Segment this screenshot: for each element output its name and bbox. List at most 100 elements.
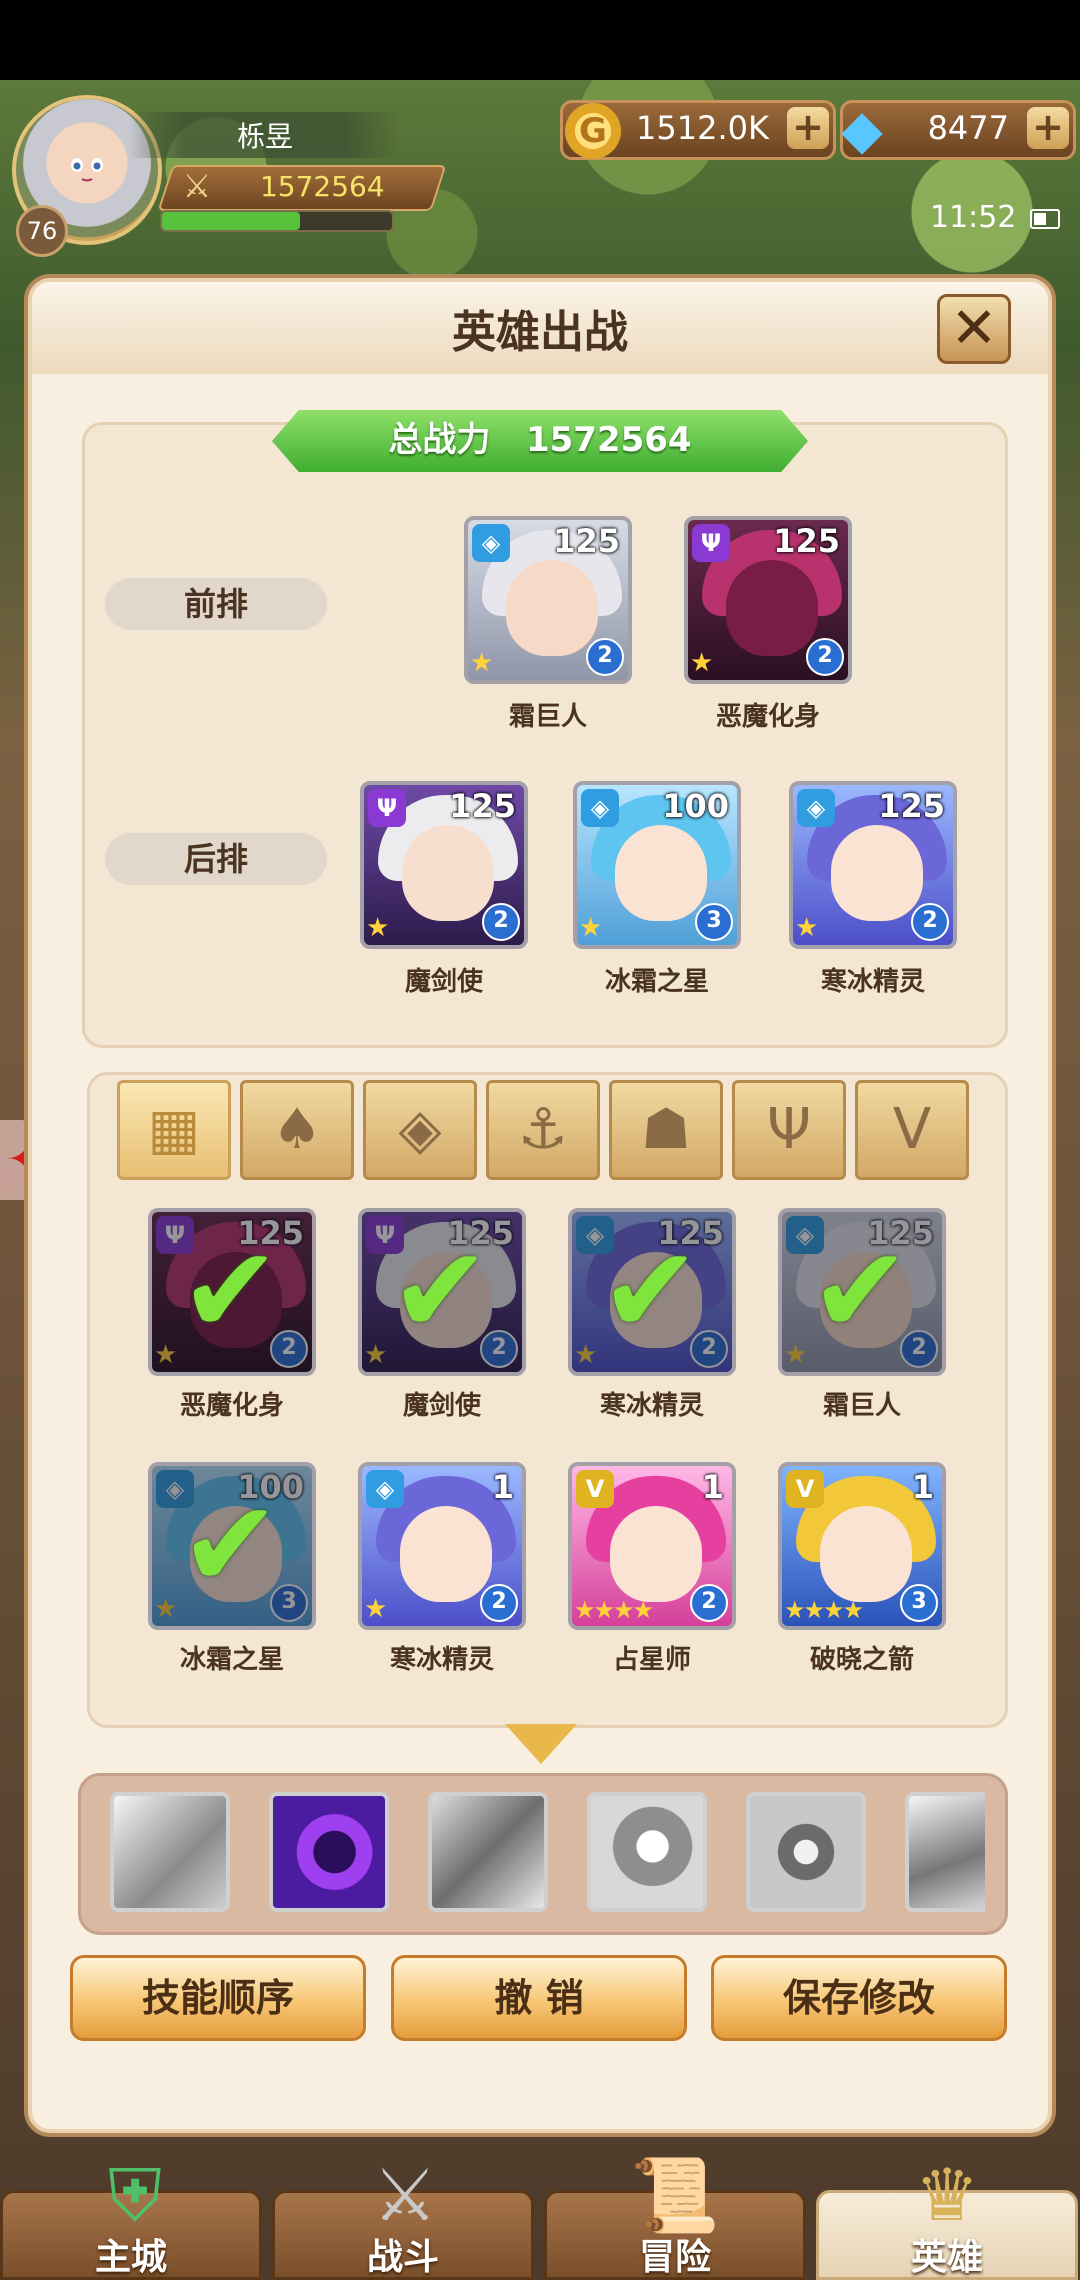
hero-level: 1 <box>701 1468 724 1506</box>
back-slot-1-card[interactable]: Ψ 125 ★ 2 <box>360 781 528 949</box>
hero-level: 125 <box>878 787 945 825</box>
roster-hero-name: 恶魔化身 <box>179 1391 284 1421</box>
anchor-icon: ⚓ <box>517 1097 569 1162</box>
close-button[interactable]: ✕ <box>937 294 1011 364</box>
demon-icon: Ψ <box>766 1097 812 1162</box>
hero-face <box>402 825 494 921</box>
total-power-value: 1572564 <box>525 420 692 460</box>
demon-element-icon: Ψ <box>368 789 406 827</box>
back-slot-3-name: 寒冰精灵 <box>820 967 925 997</box>
demon-element-icon: Ψ <box>692 524 730 562</box>
filter-dark-tab[interactable]: V <box>855 1080 969 1180</box>
ice-element-icon: ◈ <box>797 789 835 827</box>
undo-button[interactable]: 撤 销 <box>391 1955 687 2041</box>
skill-icon[interactable] <box>269 1792 389 1912</box>
save-changes-button[interactable]: 保存修改 <box>711 1955 1007 2041</box>
four-stars-icon: ★★★★ <box>574 1596 654 1624</box>
roster-card[interactable]: V 1 ★★★★ 2 <box>568 1462 736 1630</box>
star-icon: ★ <box>795 913 819 943</box>
roster-hero-name: 寒冰精灵 <box>389 1645 494 1675</box>
coin-icon: G <box>565 103 621 159</box>
expand-arrow-icon[interactable] <box>505 1724 577 1764</box>
back-slot-2-card[interactable]: ◈ 100 ★ 3 <box>573 781 741 949</box>
filter-all-tab[interactable]: ▦ <box>117 1080 231 1180</box>
roster-hero-name: 魔剑使 <box>402 1391 481 1421</box>
hero-rank: 3 <box>695 903 733 941</box>
skill-icon[interactable] <box>746 1792 866 1912</box>
skill-icon[interactable] <box>905 1792 985 1912</box>
skill-icon[interactable] <box>110 1792 230 1912</box>
front-slot-2-name: 恶魔化身 <box>715 702 820 732</box>
avatar-face <box>71 158 103 182</box>
player-level-badge: 76 <box>16 205 68 257</box>
gem-icon: ◆ <box>841 98 883 161</box>
add-gold-plus-icon[interactable]: + <box>787 107 829 149</box>
hero-rank: 2 <box>690 1584 728 1622</box>
gold-value: 1512.0K <box>636 109 769 147</box>
hero-face <box>615 825 707 921</box>
roster-card[interactable]: ◈ 1 ★ 2 <box>358 1462 526 1630</box>
roster-hero-name: 冰霜之星 <box>179 1645 284 1675</box>
crossed-swords-icon: ⚔ <box>182 167 212 205</box>
filter-beast-tab[interactable]: ☗ <box>609 1080 723 1180</box>
star-icon: ★ <box>366 913 390 943</box>
roster-hero-name: 占星师 <box>612 1645 691 1675</box>
hero-level: 1 <box>911 1468 934 1506</box>
skill-icon[interactable] <box>587 1792 707 1912</box>
nav-adventure-label: 冒险 <box>638 2237 711 2278</box>
roster-card[interactable]: V 1 ★★★★ 3 <box>778 1462 946 1630</box>
star-icon: ★ <box>579 913 603 943</box>
roster-card[interactable]: Ψ 125 ★ 2 ✔ <box>358 1208 526 1376</box>
back-slot-2-name: 冰霜之星 <box>604 967 709 997</box>
holy-element-icon: V <box>786 1470 824 1508</box>
filter-nature-tab[interactable]: ♠ <box>240 1080 354 1180</box>
total-power-label: 总战力 <box>388 420 491 460</box>
nav-heroes-label: 英雄 <box>910 2237 983 2278</box>
skill-order-button[interactable]: 技能顺序 <box>70 1955 366 2041</box>
hero-rank: 2 <box>482 903 520 941</box>
beast-icon: ☗ <box>640 1097 692 1162</box>
front-slot-1-card[interactable]: ◈ 125 ★ 2 <box>464 516 632 684</box>
hero-face <box>610 1506 702 1602</box>
panel-title: 英雄出战 <box>452 307 628 358</box>
star-icon: ★ <box>470 648 494 678</box>
roster-card[interactable]: ◈ 125 ★ 2 ✔ <box>568 1208 736 1376</box>
four-stars-icon: ★★★★ <box>784 1596 864 1624</box>
roster-card[interactable]: Ψ 125 ★ 2 ✔ <box>148 1208 316 1376</box>
checkmark-icon: ✔ <box>180 1476 281 1615</box>
filter-demon-tab[interactable]: Ψ <box>732 1080 846 1180</box>
clock: 11:52 <box>930 200 1017 235</box>
checkmark-icon: ✔ <box>390 1222 491 1361</box>
roster-card[interactable]: ◈ 100 ★ 3 ✔ <box>148 1462 316 1630</box>
ice-element-icon: ◈ <box>581 789 619 827</box>
grid-icon: ▦ <box>147 1097 201 1162</box>
hero-rank: 3 <box>900 1584 938 1622</box>
star-icon: ★ <box>690 648 714 678</box>
xp-fill <box>162 212 300 230</box>
back-row-label: 后排 <box>105 833 327 885</box>
filter-anchor-tab[interactable]: ⚓ <box>486 1080 600 1180</box>
gem-value: 8477 <box>927 109 1009 147</box>
battery-icon <box>1030 209 1060 229</box>
wing-icon: V <box>892 1097 932 1162</box>
hero-rank: 2 <box>806 638 844 676</box>
star-icon: ★ <box>364 1594 388 1624</box>
total-power-banner: 总战力 1572564 <box>272 410 808 472</box>
hero-face <box>506 560 598 656</box>
hero-rank: 2 <box>480 1584 518 1622</box>
add-gems-plus-icon[interactable]: + <box>1027 107 1069 149</box>
ice-element-icon: ◈ <box>472 524 510 562</box>
filter-ice-tab[interactable]: ◈ <box>363 1080 477 1180</box>
front-slot-2-card[interactable]: Ψ 125 ★ 2 <box>684 516 852 684</box>
ice-element-icon: ◈ <box>366 1470 404 1508</box>
roster-hero-name: 寒冰精灵 <box>599 1391 704 1421</box>
holy-element-icon: V <box>576 1470 614 1508</box>
skill-icon[interactable] <box>428 1792 548 1912</box>
roster-hero-name: 破晓之箭 <box>809 1645 914 1675</box>
xp-bar <box>160 210 394 232</box>
roster-card[interactable]: ◈ 125 ★ 2 ✔ <box>778 1208 946 1376</box>
hero-rank: 2 <box>911 903 949 941</box>
hero-face <box>400 1506 492 1602</box>
nav-battle-label: 战斗 <box>366 2237 439 2278</box>
back-slot-3-card[interactable]: ◈ 125 ★ 2 <box>789 781 957 949</box>
